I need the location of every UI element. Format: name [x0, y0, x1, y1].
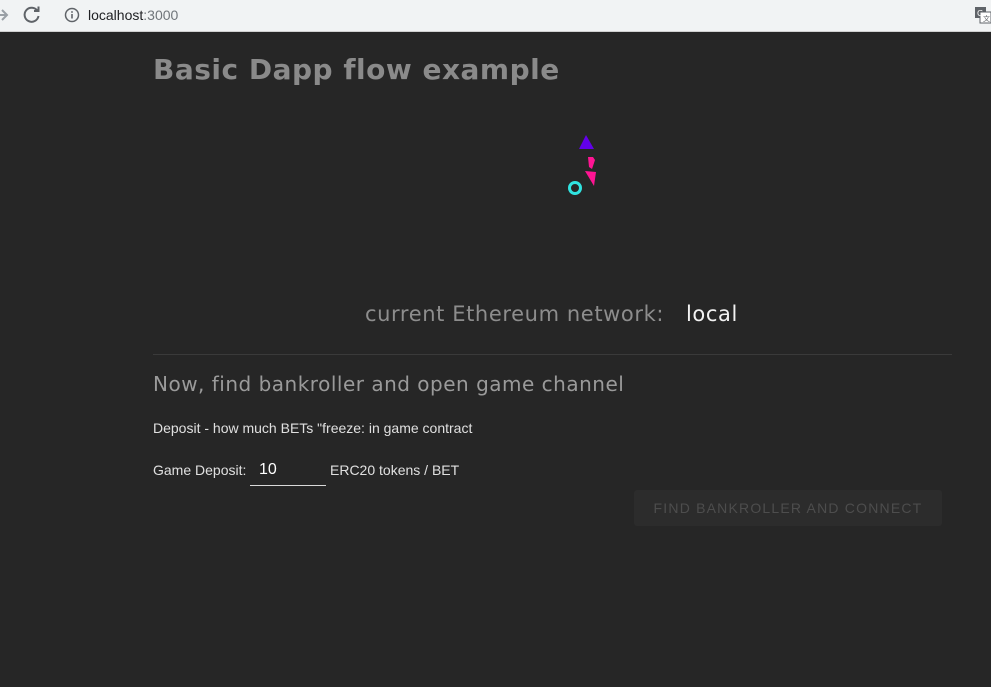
deposit-input[interactable]: [250, 455, 326, 486]
url-host: localhost: [88, 7, 144, 23]
divider: [153, 354, 952, 355]
network-label: current Ethereum network:: [365, 302, 665, 326]
translate-icon[interactable]: G 文: [974, 6, 991, 24]
find-bankroller-button[interactable]: FIND BANKROLLER AND CONNECT: [634, 490, 942, 526]
animated-logo: [568, 135, 596, 195]
url-port: :3000: [143, 7, 179, 23]
logo-triangle-shape: [579, 135, 594, 149]
logo-ring-shape: [568, 181, 582, 195]
logo-arrow-shape: [585, 157, 596, 186]
deposit-unit: ERC20 tokens / BET: [330, 462, 460, 478]
deposit-label: Game Deposit:: [153, 462, 247, 478]
address-bar[interactable]: localhost:3000: [54, 3, 984, 27]
svg-text:文: 文: [983, 14, 990, 23]
page-title: Basic Dapp flow example: [153, 53, 560, 86]
section-heading: Now, find bankroller and open game chann…: [153, 372, 625, 396]
network-value: local: [686, 302, 738, 326]
reload-icon[interactable]: [22, 5, 42, 25]
deposit-description: Deposit - how much BETs "freeze: in game…: [153, 420, 473, 436]
url-text: localhost:3000: [88, 6, 178, 24]
info-icon[interactable]: [64, 7, 80, 23]
browser-toolbar: localhost:3000 G 文: [0, 0, 991, 32]
forward-icon[interactable]: [0, 6, 10, 24]
